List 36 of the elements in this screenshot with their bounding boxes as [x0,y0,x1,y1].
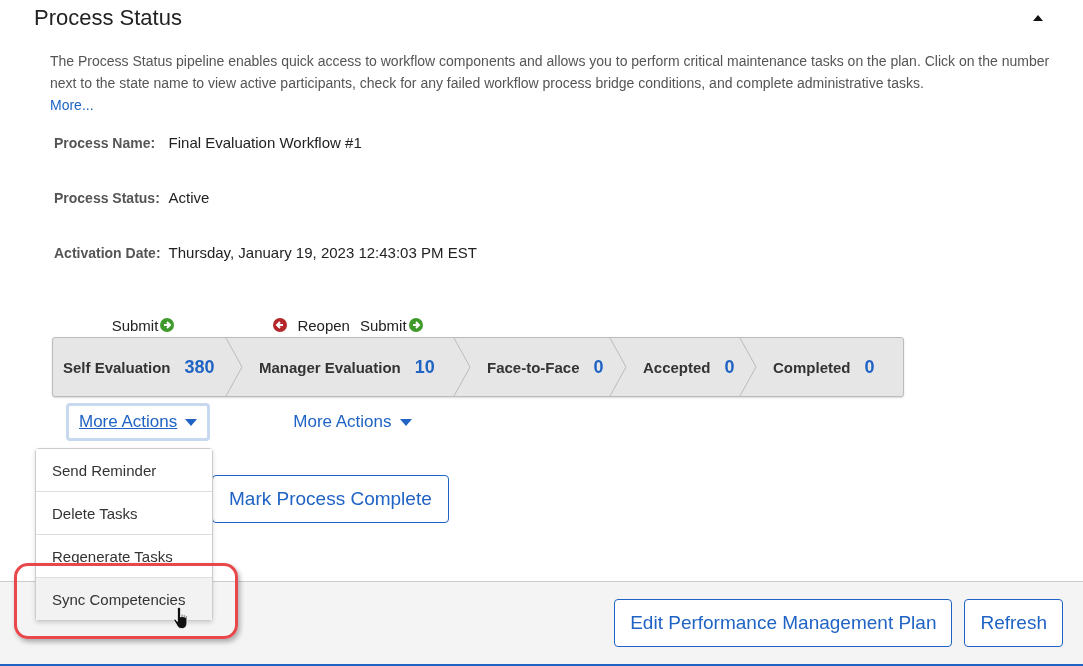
stage-count-link[interactable]: 380 [184,356,215,378]
stage-name: Face-to-Face [487,358,580,376]
menu-item[interactable]: Sync Competencies [36,577,212,620]
stage-name: Accepted [643,358,711,376]
field-label: Activation Date: [54,244,161,261]
transition-action[interactable]: Submit [359,316,423,334]
footer-button[interactable]: Edit Performance Management Plan [614,599,953,647]
field-value: Active [168,189,211,206]
left-arrow-icon [273,318,288,332]
stage-name: Self Evaluation [63,358,171,376]
field-value: Final Evaluation Workflow #1 [168,134,363,151]
menu-item[interactable]: Regenerate Tasks [36,534,212,577]
field-value: Thursday, January 19, 2023 12:43:03 PM EST [168,244,478,261]
transition-action[interactable]: Submit [111,316,175,334]
footer-button[interactable]: Refresh [964,599,1063,647]
stage-count-link[interactable]: 0 [593,356,604,378]
more-actions-dropdown[interactable]: More Actions [66,403,211,441]
stage-name: Manager Evaluation [259,358,401,376]
section-title: Process Status [34,5,182,31]
field-label: Process Name: [54,134,157,151]
menu-item[interactable]: Send Reminder [36,449,212,491]
stage-name: Completed [773,358,851,376]
stage-count-link[interactable]: 10 [414,356,435,378]
caret-icon [185,418,198,426]
transition-action[interactable]: Reopen [273,316,350,334]
right-arrow-icon [408,318,423,332]
stage-count-link[interactable]: 0 [724,356,735,378]
caret-icon [399,418,412,426]
collapse-caret-icon[interactable] [1033,15,1043,21]
description-text: The Process Status pipeline enables quick access to workflow components and allows you to perform critical maintenance tasks on the plan. Click on the number next to the state name to view active participants, check for any failed workflow process bridge conditions, and complete administrative tasks. More... [50,50,1063,116]
menu-item[interactable]: Delete Tasks [36,491,212,534]
right-arrow-icon [160,318,175,332]
field-label: Process Status: [54,189,161,206]
mark-complete-button[interactable]: Mark Process Complete [212,475,449,523]
more-link[interactable]: More... [50,94,94,116]
stage-count-link[interactable]: 0 [864,356,875,378]
